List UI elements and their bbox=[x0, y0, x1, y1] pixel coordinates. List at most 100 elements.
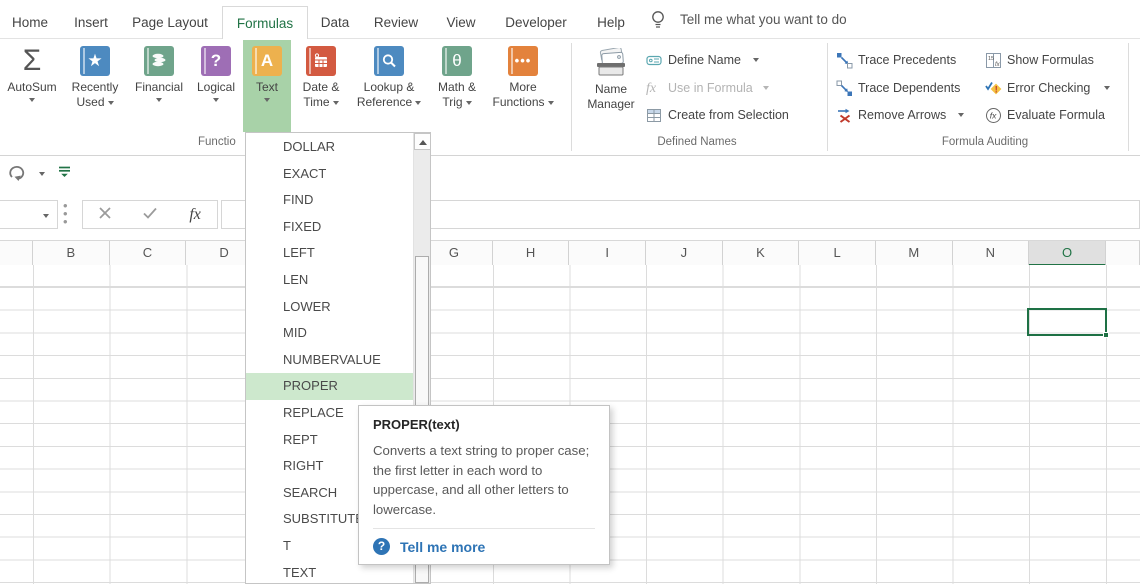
tab-developer[interactable]: Developer bbox=[500, 6, 572, 39]
excel-window: Home Insert Page Layout Formulas Data Re… bbox=[0, 0, 1140, 584]
chevron-down-icon bbox=[548, 101, 554, 105]
text-button[interactable]: A Text bbox=[243, 40, 291, 132]
menu-item-proper[interactable]: PROPER bbox=[246, 373, 413, 400]
tell-me-search[interactable]: Tell me what you want to do bbox=[680, 0, 847, 39]
evaluate-formula-icon: fx bbox=[985, 107, 1002, 124]
financial-button[interactable]: Financial bbox=[130, 40, 188, 132]
chevron-down-icon bbox=[264, 98, 270, 102]
math-label-2: Trig bbox=[442, 95, 462, 109]
logical-book-question-icon: ? bbox=[201, 46, 231, 76]
chevron-down-icon bbox=[333, 101, 339, 105]
column-header-B[interactable]: B bbox=[33, 241, 110, 266]
math-label-1: Math & bbox=[438, 80, 476, 94]
autosum-label: AutoSum bbox=[7, 80, 56, 94]
group-label-defined-names: Defined Names bbox=[632, 136, 762, 148]
column-header-M[interactable]: M bbox=[876, 241, 953, 266]
column-header-partial[interactable] bbox=[0, 241, 33, 266]
menu-item-lower[interactable]: LOWER bbox=[246, 294, 413, 321]
column-header-O[interactable]: O bbox=[1029, 241, 1106, 266]
use-in-formula-button: fx Use in Formula bbox=[646, 77, 769, 99]
recently-used-label-1: Recently bbox=[72, 80, 119, 94]
lookup-book-magnifier-icon bbox=[374, 46, 404, 76]
menu-item-left[interactable]: LEFT bbox=[246, 240, 413, 267]
name-manager-button[interactable]: Name Manager bbox=[580, 40, 642, 132]
tab-help[interactable]: Help bbox=[590, 6, 632, 39]
cancel-x-icon[interactable] bbox=[99, 206, 111, 224]
chevron-down-icon bbox=[415, 101, 421, 105]
show-formulas-label: Show Formulas bbox=[1007, 53, 1094, 67]
redo-dropdown-chevron-icon[interactable] bbox=[39, 172, 45, 176]
chevron-down-icon bbox=[29, 98, 35, 102]
menu-item-fixed[interactable]: FIXED bbox=[246, 214, 413, 241]
math-book-theta-icon: θ bbox=[442, 46, 472, 76]
chevron-down-icon bbox=[958, 113, 964, 117]
financial-book-coins-icon bbox=[144, 46, 174, 76]
column-header-N[interactable]: N bbox=[953, 241, 1030, 266]
redo-icon[interactable] bbox=[8, 164, 28, 187]
tab-formulas[interactable]: Formulas bbox=[222, 6, 308, 39]
function-tooltip: PROPER(text) Converts a text string to p… bbox=[358, 405, 610, 565]
date-time-label-2: Time bbox=[303, 95, 329, 109]
date-time-button[interactable]: Date & Time bbox=[293, 40, 349, 132]
text-label: Text bbox=[256, 80, 278, 94]
column-header-J[interactable]: J bbox=[646, 241, 723, 266]
column-header-H[interactable]: H bbox=[493, 241, 570, 266]
more-functions-label-2: Functions bbox=[492, 95, 544, 109]
menu-item-numbervalue[interactable]: NUMBERVALUE bbox=[246, 347, 413, 374]
column-header-row: BCDEFGHIJKLMNO bbox=[0, 240, 1140, 265]
customize-quick-access-icon[interactable] bbox=[58, 165, 71, 183]
formula-bar-splitter[interactable]: ••• bbox=[63, 202, 68, 226]
menu-item-find[interactable]: FIND bbox=[246, 187, 413, 214]
ribbon-tab-bar: Home Insert Page Layout Formulas Data Re… bbox=[0, 0, 1140, 39]
financial-label: Financial bbox=[135, 80, 183, 94]
selected-cell[interactable] bbox=[1027, 308, 1107, 336]
chevron-down-icon bbox=[753, 58, 759, 62]
name-box-dropdown-icon[interactable] bbox=[43, 214, 49, 218]
menu-item-exact[interactable]: EXACT bbox=[246, 161, 413, 188]
tab-review[interactable]: Review bbox=[370, 6, 422, 39]
formula-bar-row: ••• fx bbox=[0, 199, 1140, 233]
tab-view[interactable]: View bbox=[438, 6, 484, 39]
menu-item-dollar[interactable]: DOLLAR bbox=[246, 134, 413, 161]
trace-dependents-button[interactable]: Trace Dependents bbox=[836, 77, 960, 99]
evaluate-formula-button[interactable]: fx Evaluate Formula bbox=[985, 104, 1105, 126]
tab-insert[interactable]: Insert bbox=[66, 6, 116, 39]
menu-item-len[interactable]: LEN bbox=[246, 267, 413, 294]
scroll-up-button[interactable] bbox=[414, 133, 431, 150]
recently-used-button[interactable]: ★ Recently Used bbox=[62, 40, 128, 132]
trace-dependents-label: Trace Dependents bbox=[858, 81, 960, 95]
logical-button[interactable]: ? Logical bbox=[190, 40, 242, 132]
logical-label: Logical bbox=[197, 80, 235, 94]
autosum-button[interactable]: Σ AutoSum bbox=[4, 40, 60, 132]
menu-item-mid[interactable]: MID bbox=[246, 320, 413, 347]
column-header-C[interactable]: C bbox=[110, 241, 187, 266]
column-header-L[interactable]: L bbox=[799, 241, 876, 266]
fill-handle[interactable] bbox=[1103, 332, 1109, 338]
tab-home[interactable]: Home bbox=[8, 6, 52, 39]
remove-arrows-icon bbox=[836, 107, 853, 124]
svg-text:fx: fx bbox=[990, 110, 997, 120]
column-header-K[interactable]: K bbox=[723, 241, 800, 266]
insert-function-fx-icon[interactable]: fx bbox=[189, 206, 201, 224]
name-box[interactable] bbox=[0, 200, 58, 229]
error-checking-label: Error Checking bbox=[1007, 81, 1090, 95]
enter-check-icon[interactable] bbox=[143, 206, 157, 224]
tab-page-layout[interactable]: Page Layout bbox=[126, 6, 214, 39]
lookup-reference-button[interactable]: Lookup & Reference bbox=[351, 40, 427, 132]
define-name-button[interactable]: Define Name bbox=[646, 49, 759, 71]
show-formulas-button[interactable]: 15fx Show Formulas bbox=[985, 49, 1094, 71]
remove-arrows-button[interactable]: Remove Arrows bbox=[836, 104, 964, 126]
group-separator bbox=[827, 43, 828, 151]
tell-me-more-link[interactable]: Tell me more bbox=[400, 539, 485, 555]
more-functions-button[interactable]: ••• More Functions bbox=[486, 40, 560, 132]
date-time-book-calendar-icon bbox=[306, 46, 336, 76]
tab-data[interactable]: Data bbox=[314, 6, 356, 39]
column-header-I[interactable]: I bbox=[569, 241, 646, 266]
error-checking-button[interactable]: ! Error Checking bbox=[985, 77, 1110, 99]
tag-icon bbox=[646, 52, 663, 69]
math-trig-button[interactable]: θ Math & Trig bbox=[429, 40, 485, 132]
create-from-selection-button[interactable]: Create from Selection bbox=[646, 104, 789, 126]
evaluate-formula-label: Evaluate Formula bbox=[1007, 108, 1105, 122]
trace-precedents-button[interactable]: Trace Precedents bbox=[836, 49, 956, 71]
column-header-partial[interactable] bbox=[1106, 241, 1140, 266]
